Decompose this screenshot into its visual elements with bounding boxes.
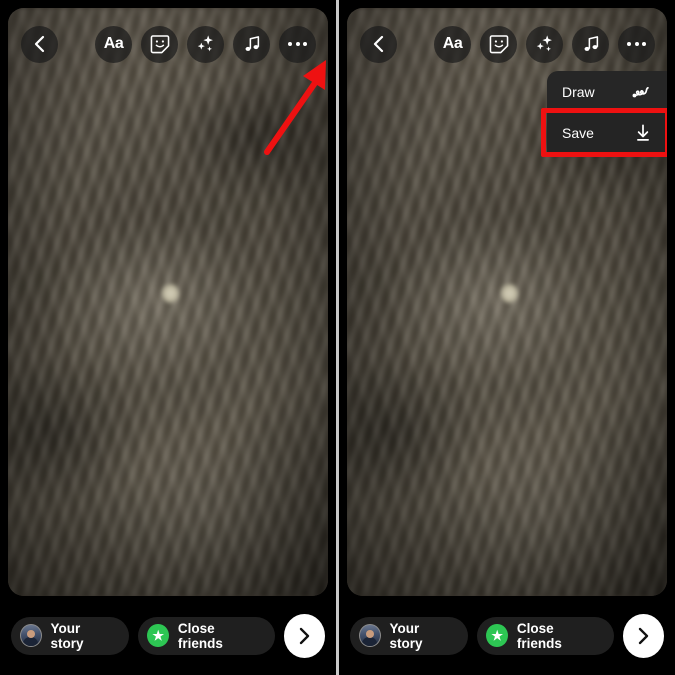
next-button[interactable]: [622, 613, 664, 658]
text-aa-icon: Aa: [103, 35, 124, 52]
sparkles-icon: [195, 34, 216, 55]
sticker-tool-button[interactable]: [480, 25, 517, 63]
three-dots-icon: [627, 42, 646, 46]
your-story-label: Your story: [389, 620, 423, 651]
story-toolbar-left: Aa: [8, 8, 328, 80]
download-icon: [633, 123, 653, 143]
story-canvas-left[interactable]: Aa: [8, 8, 328, 596]
more-options-button[interactable]: [279, 25, 316, 63]
right-phone-screenshot: Aa Draw Save Your story ★ Close friends: [339, 0, 675, 675]
more-options-button[interactable]: [618, 25, 655, 63]
your-story-button[interactable]: Your story: [11, 616, 130, 655]
close-friends-label: Close friends: [516, 620, 562, 651]
toolbar-actions-right: Aa: [434, 25, 655, 63]
close-friends-label: Close friends: [177, 620, 223, 651]
chevron-right-icon: [636, 627, 650, 645]
chevron-right-icon: [297, 627, 311, 645]
music-tool-button[interactable]: [233, 25, 270, 63]
scribble-icon: [631, 83, 653, 101]
menu-item-draw-label: Draw: [562, 83, 595, 100]
back-button[interactable]: [21, 25, 58, 63]
sticker-smiley-icon: [150, 34, 170, 54]
effects-tool-button[interactable]: [187, 25, 224, 63]
menu-item-draw[interactable]: Draw: [547, 71, 667, 112]
story-canvas-right[interactable]: Aa Draw Save: [347, 8, 667, 596]
story-bottom-bar-right: Your story ★ Close friends: [339, 596, 675, 675]
effects-tool-button[interactable]: [526, 25, 563, 63]
avatar: [359, 624, 381, 647]
story-toolbar-right: Aa: [347, 8, 667, 80]
chevron-left-icon: [372, 35, 385, 53]
sparkles-icon: [534, 34, 555, 55]
menu-item-save-label: Save: [562, 124, 594, 141]
three-dots-icon: [288, 42, 307, 46]
close-friends-button[interactable]: ★ Close friends: [138, 616, 275, 655]
toolbar-actions-left: Aa: [95, 25, 316, 63]
sticker-smiley-icon: [489, 34, 509, 54]
next-button[interactable]: [283, 613, 325, 658]
more-options-menu: Draw Save: [541, 71, 667, 157]
photo-vignette: [8, 8, 328, 596]
back-button[interactable]: [360, 25, 397, 63]
star-icon: ★: [486, 624, 508, 647]
screenshot-stage: Aa Your story ★ Close friends Aa Draw Sa…: [0, 0, 675, 675]
left-phone-screenshot: Aa Your story ★ Close friends: [0, 0, 336, 675]
story-bottom-bar-left: Your story ★ Close friends: [0, 596, 336, 675]
text-aa-icon: Aa: [442, 35, 463, 52]
menu-item-save[interactable]: Save: [541, 108, 667, 157]
music-note-icon: [242, 34, 262, 54]
text-tool-button[interactable]: Aa: [95, 25, 132, 63]
your-story-button[interactable]: Your story: [350, 616, 469, 655]
your-story-label: Your story: [50, 620, 84, 651]
music-tool-button[interactable]: [572, 25, 609, 63]
star-icon: ★: [147, 624, 169, 647]
chevron-left-icon: [33, 35, 46, 53]
sticker-tool-button[interactable]: [141, 25, 178, 63]
avatar: [20, 624, 42, 647]
text-tool-button[interactable]: Aa: [434, 25, 471, 63]
music-note-icon: [581, 34, 601, 54]
close-friends-button[interactable]: ★ Close friends: [477, 616, 614, 655]
